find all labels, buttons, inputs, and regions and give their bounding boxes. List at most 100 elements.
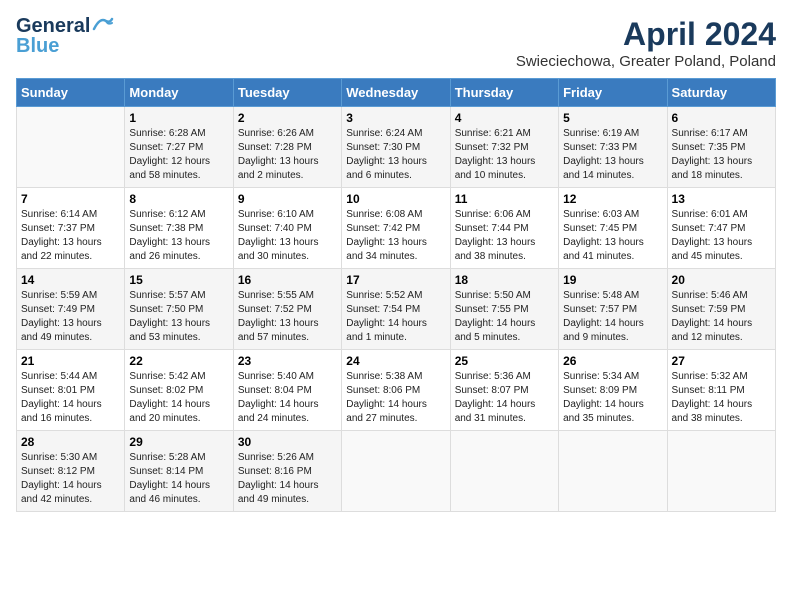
calendar-cell: 22 Sunrise: 5:42 AMSunset: 8:02 PMDayligh… — [125, 350, 233, 431]
calendar-cell: 24Sunrise: 5:38 AMSunset: 8:06 PMDayligh… — [342, 350, 450, 431]
logo-bird-icon — [92, 15, 114, 33]
calendar-cell — [559, 431, 667, 512]
day-info: Sunrise: 5:34 AMSunset: 8:09 PMDaylight:… — [563, 370, 662, 426]
day-number: 5 — [563, 111, 662, 125]
day-info: Sunrise: 6:28 AMSunset: 7:27 PMDaylight:… — [129, 127, 228, 183]
day-info: Sunrise: 5:26 AMSunset: 8:16 PMDaylight:… — [238, 451, 337, 507]
day-info: Sunrise: 6:14 AMSunset: 7:37 PMDaylight:… — [21, 208, 120, 264]
day-number: 3 — [346, 111, 445, 125]
day-number: 14 — [21, 273, 120, 287]
day-info: Sunrise: 6:17 AMSunset: 7:35 PMDaylight:… — [672, 127, 771, 183]
day-number: 8 — [129, 192, 228, 206]
day-info: Sunrise: 6:19 AMSunset: 7:33 PMDaylight:… — [563, 127, 662, 183]
calendar-cell: 6Sunrise: 6:17 AMSunset: 7:35 PMDaylight… — [667, 107, 775, 188]
day-info: Sunrise: 6:21 AMSunset: 7:32 PMDaylight:… — [455, 127, 554, 183]
calendar-cell: 23 Sunrise: 5:40 AMSunset: 8:04 PMDayligh… — [233, 350, 341, 431]
day-number: 1 — [129, 111, 228, 125]
day-info: Sunrise: 5:44 AMSunset: 8:01 PMDaylight:… — [21, 370, 120, 426]
week-row-2: 7 Sunrise: 6:14 AMSunset: 7:37 PMDaylight… — [17, 188, 776, 269]
title-area: April 2024 Swieciechowa, Greater Poland,… — [516, 16, 776, 70]
calendar-cell — [667, 431, 775, 512]
calendar-cell: 28 Sunrise: 5:30 AMSunset: 8:12 PMDayligh… — [17, 431, 125, 512]
month-title: April 2024 — [516, 16, 776, 53]
day-number: 7 — [21, 192, 120, 206]
day-number: 10 — [346, 192, 445, 206]
calendar-cell: 19Sunrise: 5:48 AMSunset: 7:57 PMDayligh… — [559, 269, 667, 350]
day-number: 22 — [129, 354, 228, 368]
calendar-cell — [450, 431, 558, 512]
day-info: Sunrise: 5:52 AMSunset: 7:54 PMDaylight:… — [346, 289, 445, 345]
day-info: Sunrise: 5:55 AMSunset: 7:52 PMDaylight:… — [238, 289, 337, 345]
calendar-cell — [17, 107, 125, 188]
day-info: Sunrise: 6:26 AMSunset: 7:28 PMDaylight:… — [238, 127, 337, 183]
weekday-header-saturday: Saturday — [667, 79, 775, 107]
day-number: 13 — [672, 192, 771, 206]
calendar-cell: 13Sunrise: 6:01 AMSunset: 7:47 PMDayligh… — [667, 188, 775, 269]
day-info: Sunrise: 5:48 AMSunset: 7:57 PMDaylight:… — [563, 289, 662, 345]
day-info: Sunrise: 6:10 AMSunset: 7:40 PMDaylight:… — [238, 208, 337, 264]
calendar-cell: 29 Sunrise: 5:28 AMSunset: 8:14 PMDayligh… — [125, 431, 233, 512]
day-info: Sunrise: 6:12 AMSunset: 7:38 PMDaylight:… — [129, 208, 228, 264]
weekday-header-tuesday: Tuesday — [233, 79, 341, 107]
calendar-cell: 26 Sunrise: 5:34 AMSunset: 8:09 PMDayligh… — [559, 350, 667, 431]
calendar-cell: 5 Sunrise: 6:19 AMSunset: 7:33 PMDaylight… — [559, 107, 667, 188]
day-info: Sunrise: 5:28 AMSunset: 8:14 PMDaylight:… — [129, 451, 228, 507]
weekday-header-row: SundayMondayTuesdayWednesdayThursdayFrid… — [17, 79, 776, 107]
logo-blue-text: Blue — [16, 36, 59, 56]
day-number: 15 — [129, 273, 228, 287]
calendar-cell: 4 Sunrise: 6:21 AMSunset: 7:32 PMDaylight… — [450, 107, 558, 188]
day-number: 16 — [238, 273, 337, 287]
location-title: Swieciechowa, Greater Poland, Poland — [516, 53, 776, 70]
day-number: 24 — [346, 354, 445, 368]
calendar-cell: 12Sunrise: 6:03 AMSunset: 7:45 PMDayligh… — [559, 188, 667, 269]
calendar-cell: 18Sunrise: 5:50 AMSunset: 7:55 PMDayligh… — [450, 269, 558, 350]
week-row-1: 1 Sunrise: 6:28 AMSunset: 7:27 PMDaylight… — [17, 107, 776, 188]
calendar-cell: 20Sunrise: 5:46 AMSunset: 7:59 PMDayligh… — [667, 269, 775, 350]
calendar-cell: 15 Sunrise: 5:57 AMSunset: 7:50 PMDayligh… — [125, 269, 233, 350]
day-info: Sunrise: 5:40 AMSunset: 8:04 PMDaylight:… — [238, 370, 337, 426]
weekday-header-thursday: Thursday — [450, 79, 558, 107]
calendar-cell: 11 Sunrise: 6:06 AMSunset: 7:44 PMDayligh… — [450, 188, 558, 269]
weekday-header-sunday: Sunday — [17, 79, 125, 107]
calendar-table: SundayMondayTuesdayWednesdayThursdayFrid… — [16, 78, 776, 512]
weekday-header-wednesday: Wednesday — [342, 79, 450, 107]
day-number: 28 — [21, 435, 120, 449]
calendar-cell: 8 Sunrise: 6:12 AMSunset: 7:38 PMDaylight… — [125, 188, 233, 269]
calendar-cell: 30Sunrise: 5:26 AMSunset: 8:16 PMDayligh… — [233, 431, 341, 512]
logo-text: General — [16, 16, 90, 36]
day-number: 23 — [238, 354, 337, 368]
day-info: Sunrise: 6:08 AMSunset: 7:42 PMDaylight:… — [346, 208, 445, 264]
day-info: Sunrise: 5:42 AMSunset: 8:02 PMDaylight:… — [129, 370, 228, 426]
header: General Blue April 2024 Swieciechowa, Gr… — [16, 16, 776, 70]
day-number: 2 — [238, 111, 337, 125]
day-info: Sunrise: 6:03 AMSunset: 7:45 PMDaylight:… — [563, 208, 662, 264]
day-info: Sunrise: 5:46 AMSunset: 7:59 PMDaylight:… — [672, 289, 771, 345]
day-info: Sunrise: 6:24 AMSunset: 7:30 PMDaylight:… — [346, 127, 445, 183]
day-info: Sunrise: 6:06 AMSunset: 7:44 PMDaylight:… — [455, 208, 554, 264]
week-row-3: 14 Sunrise: 5:59 AMSunset: 7:49 PMDayligh… — [17, 269, 776, 350]
day-number: 17 — [346, 273, 445, 287]
day-number: 21 — [21, 354, 120, 368]
day-number: 4 — [455, 111, 554, 125]
day-info: Sunrise: 5:30 AMSunset: 8:12 PMDaylight:… — [21, 451, 120, 507]
week-row-5: 28 Sunrise: 5:30 AMSunset: 8:12 PMDayligh… — [17, 431, 776, 512]
day-info: Sunrise: 5:57 AMSunset: 7:50 PMDaylight:… — [129, 289, 228, 345]
day-number: 29 — [129, 435, 228, 449]
calendar-cell: 27Sunrise: 5:32 AMSunset: 8:11 PMDayligh… — [667, 350, 775, 431]
day-number: 25 — [455, 354, 554, 368]
calendar-cell: 2 Sunrise: 6:26 AMSunset: 7:28 PMDaylight… — [233, 107, 341, 188]
week-row-4: 21 Sunrise: 5:44 AMSunset: 8:01 PMDayligh… — [17, 350, 776, 431]
calendar-cell: 17 Sunrise: 5:52 AMSunset: 7:54 PMDayligh… — [342, 269, 450, 350]
day-number: 11 — [455, 192, 554, 206]
day-number: 26 — [563, 354, 662, 368]
calendar-cell: 9 Sunrise: 6:10 AMSunset: 7:40 PMDaylight… — [233, 188, 341, 269]
day-number: 9 — [238, 192, 337, 206]
day-info: Sunrise: 5:36 AMSunset: 8:07 PMDaylight:… — [455, 370, 554, 426]
calendar-cell: 14 Sunrise: 5:59 AMSunset: 7:49 PMDayligh… — [17, 269, 125, 350]
weekday-header-friday: Friday — [559, 79, 667, 107]
calendar-cell — [342, 431, 450, 512]
logo: General Blue — [16, 16, 114, 56]
day-info: Sunrise: 5:59 AMSunset: 7:49 PMDaylight:… — [21, 289, 120, 345]
day-number: 18 — [455, 273, 554, 287]
day-info: Sunrise: 5:32 AMSunset: 8:11 PMDaylight:… — [672, 370, 771, 426]
